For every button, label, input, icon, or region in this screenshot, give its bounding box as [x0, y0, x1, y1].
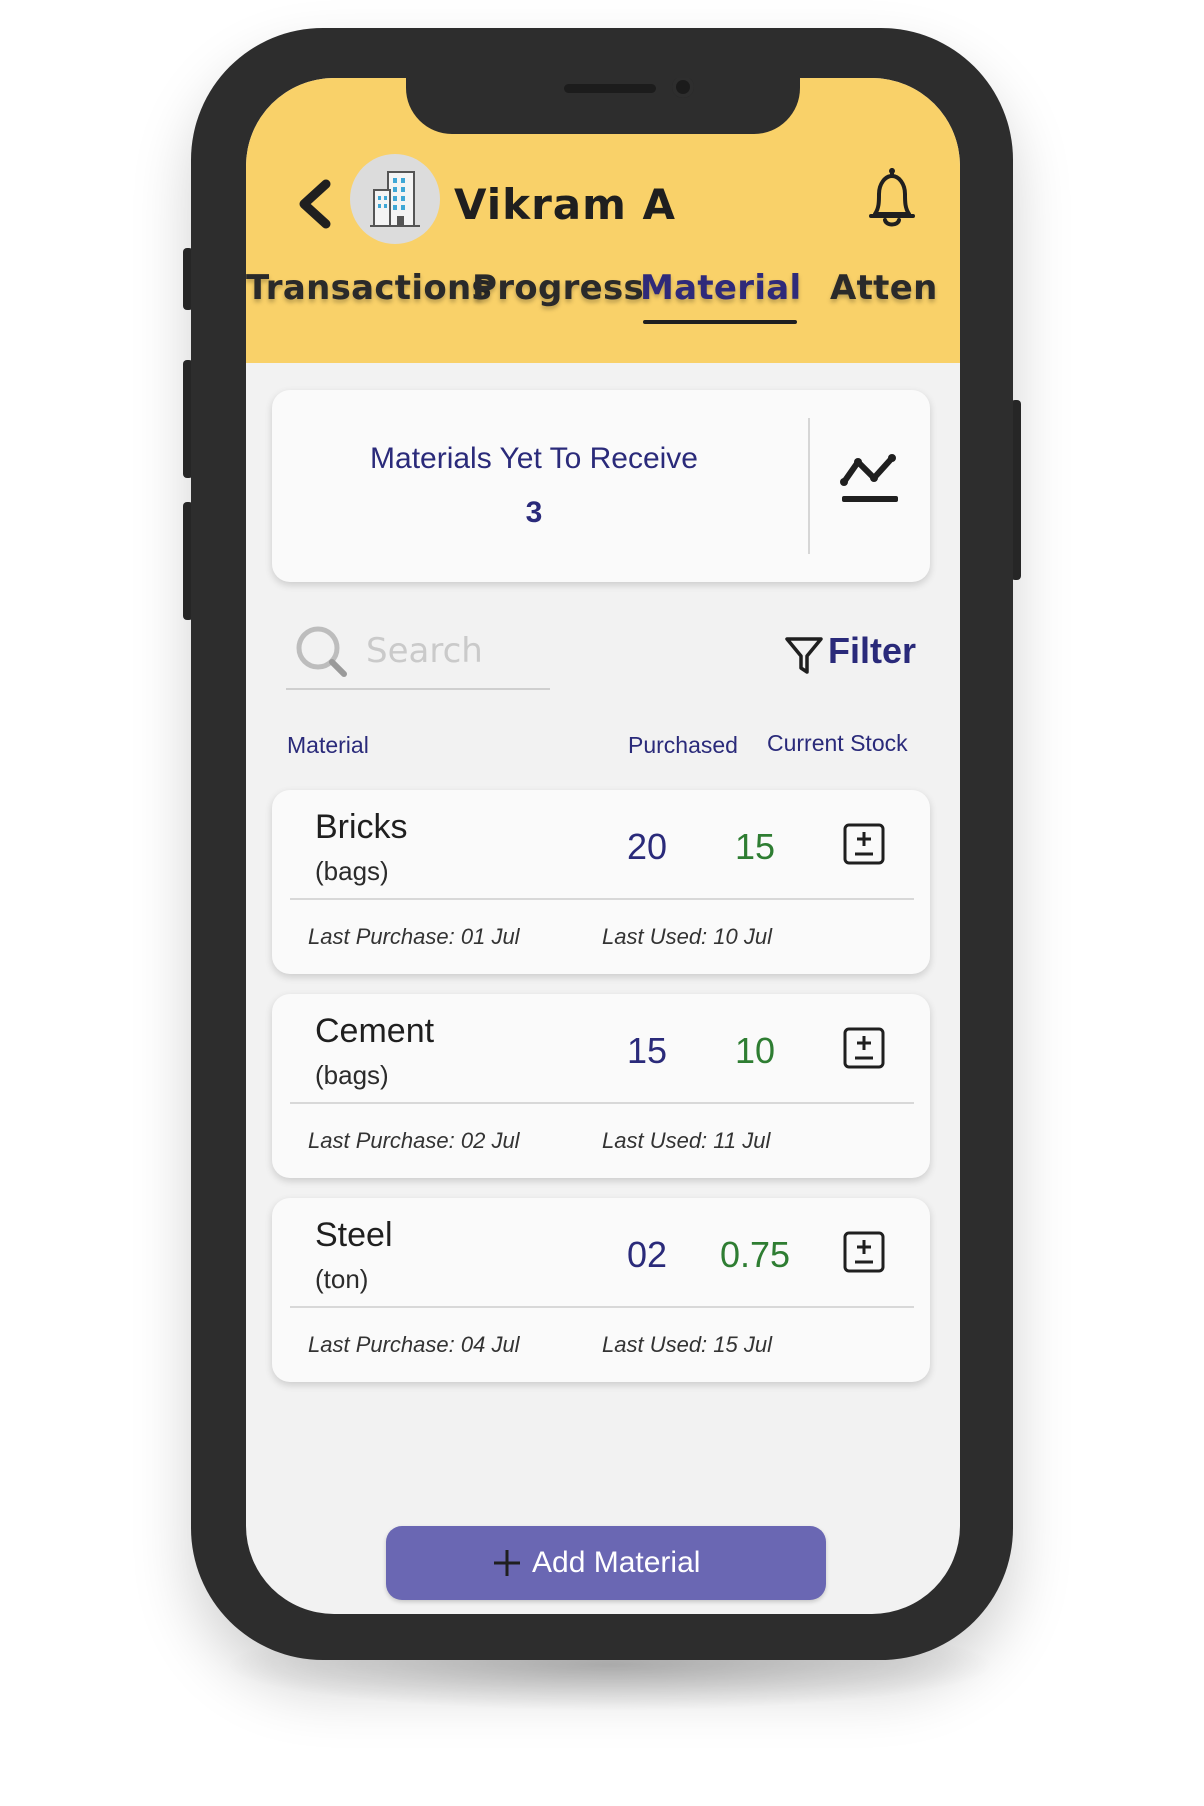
material-name: Steel [315, 1216, 393, 1254]
speaker-grille [564, 84, 656, 93]
add-material-label: Add Material [532, 1546, 701, 1579]
search-bar [286, 618, 550, 690]
trend-chart-icon[interactable] [838, 452, 904, 514]
tab-attendance[interactable]: Atten [830, 268, 938, 308]
filter-label: Filter [828, 630, 917, 671]
last-used-date: Last Used: 11 Jul [602, 1128, 771, 1153]
building-icon [370, 171, 420, 227]
filter-button[interactable]: Filter [784, 626, 934, 680]
front-camera [672, 78, 694, 98]
add-material-button[interactable]: Add Material [386, 1526, 826, 1600]
summary-label: Materials Yet To Receive [370, 442, 698, 475]
materials-summary-card[interactable]: Materials Yet To Receive 3 [272, 390, 930, 582]
row-divider [290, 898, 914, 900]
tab-bar: Transactions Progress Material Atten [246, 268, 960, 338]
current-stock-qty: 0.75 [719, 1234, 791, 1275]
purchased-qty: 20 [626, 826, 668, 867]
search-icon [296, 626, 347, 677]
current-stock-qty: 15 [734, 826, 776, 867]
material-name: Cement [315, 1012, 435, 1050]
purchased-qty: 02 [626, 1234, 668, 1275]
tab-progress[interactable]: Progress [472, 268, 644, 308]
summary-count: 3 [525, 496, 543, 529]
adjust-stock-icon[interactable] [842, 1026, 886, 1070]
stage: Vikram A Transactions Progress Material … [0, 0, 1204, 1806]
column-header-current-stock: Current Stock [767, 730, 908, 756]
material-unit: (bags) [315, 1060, 389, 1090]
tab-material[interactable]: Material [640, 268, 802, 308]
summary-divider [808, 418, 810, 554]
bell-icon[interactable] [863, 164, 921, 234]
avatar [350, 154, 440, 244]
purchased-qty: 15 [626, 1030, 668, 1071]
search-input[interactable] [366, 628, 546, 674]
current-stock-qty: 10 [734, 1030, 776, 1071]
notch [406, 78, 800, 134]
active-tab-indicator [643, 320, 797, 324]
app-header: Vikram A Transactions Progress Material … [246, 78, 960, 363]
column-header-material: Material [287, 732, 369, 758]
row-divider [290, 1102, 914, 1104]
chevron-left-icon[interactable] [296, 178, 332, 230]
column-header-purchased: Purchased [628, 732, 738, 758]
last-purchase-date: Last Purchase: 02 Jul [308, 1128, 520, 1153]
plus-icon [494, 1550, 520, 1576]
material-row[interactable]: Cement (bags) 15 10 Last Purchase: 02 Ju… [272, 994, 930, 1178]
screen: Vikram A Transactions Progress Material … [246, 78, 960, 1614]
material-row[interactable]: Steel (ton) 02 0.75 Last Purchase: 04 Ju… [272, 1198, 930, 1382]
last-used-date: Last Used: 10 Jul [602, 924, 772, 949]
funnel-icon [785, 637, 823, 674]
material-row[interactable]: Bricks (bags) 20 15 Last Purchase: 01 Ju… [272, 790, 930, 974]
last-used-date: Last Used: 15 Jul [602, 1332, 772, 1357]
material-name: Bricks [315, 808, 408, 846]
phone-frame: Vikram A Transactions Progress Material … [191, 28, 1013, 1660]
adjust-stock-icon[interactable] [842, 822, 886, 866]
material-unit: (ton) [315, 1264, 369, 1294]
last-purchase-date: Last Purchase: 04 Jul [308, 1332, 520, 1357]
adjust-stock-icon[interactable] [842, 1230, 886, 1274]
page-title: Vikram A [454, 180, 677, 229]
material-unit: (bags) [315, 856, 389, 886]
tab-transactions[interactable]: Transactions [246, 268, 492, 308]
last-purchase-date: Last Purchase: 01 Jul [308, 924, 520, 949]
row-divider [290, 1306, 914, 1308]
